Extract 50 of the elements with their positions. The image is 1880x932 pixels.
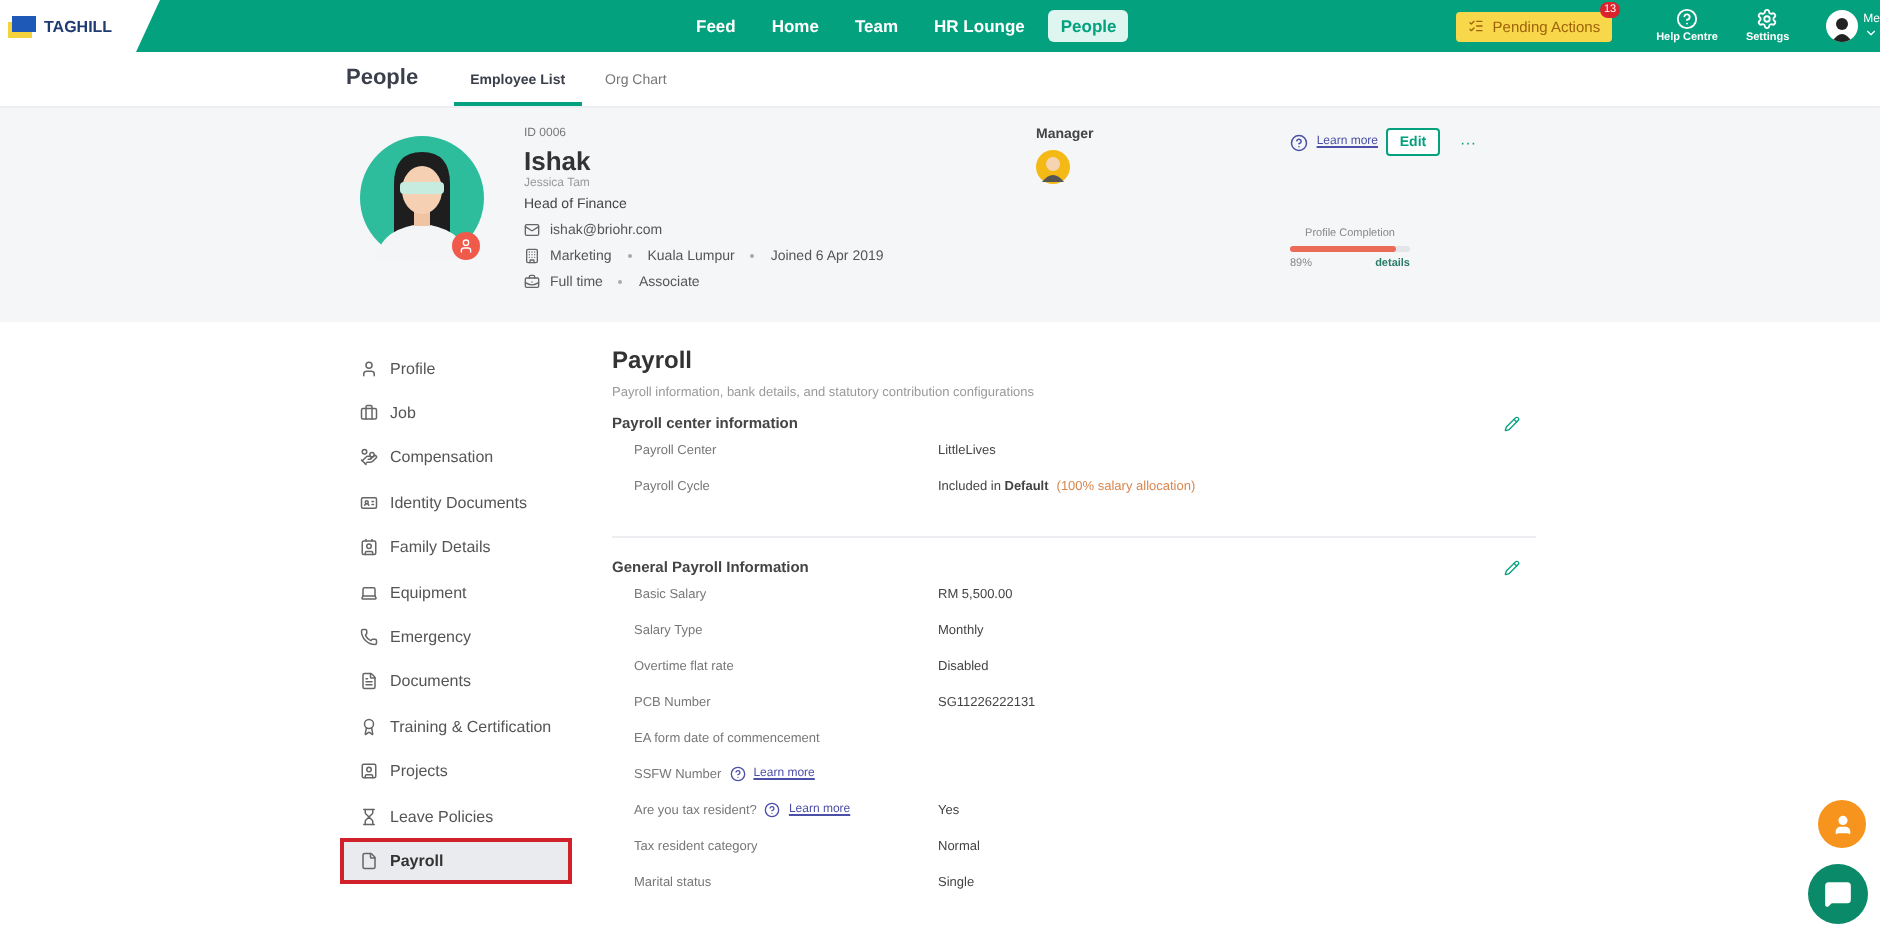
briefcase-icon	[360, 404, 378, 423]
hourglass-icon	[360, 807, 378, 826]
chat-icon	[1824, 880, 1852, 908]
help-icon	[1676, 8, 1699, 30]
sidebar-item[interactable]: Documents	[340, 659, 572, 705]
person-square-icon	[360, 762, 378, 781]
avatar-drawing	[360, 136, 484, 260]
section-heading: Payroll	[612, 346, 695, 374]
caret-icon	[1864, 25, 1879, 39]
contact-card-icon	[360, 538, 378, 557]
award-icon	[360, 717, 378, 736]
sidebar-item[interactable]: Compensation	[340, 435, 572, 481]
person-icon	[1831, 813, 1853, 835]
laptop-icon	[360, 583, 378, 602]
manager-avatar-drawing[interactable]	[1036, 150, 1070, 184]
help-icon	[1290, 133, 1309, 151]
person-icon	[360, 359, 378, 378]
edit-pencil-button[interactable]	[1504, 559, 1520, 575]
settings-icon	[1756, 8, 1779, 30]
page-title: People	[346, 66, 419, 94]
user-badge-icon	[458, 238, 474, 254]
edit-pencil-button[interactable]	[1504, 415, 1520, 431]
logo-icon	[8, 15, 36, 37]
sidebar-item[interactable]: Emergency	[340, 614, 572, 660]
sidebar-item[interactable]: Payroll	[340, 838, 572, 884]
sidebar-item[interactable]: Job	[340, 390, 572, 436]
sidebar-item[interactable]: Identity Documents	[340, 480, 572, 526]
file-icon	[360, 851, 378, 870]
sidebar-item[interactable]: Projects	[340, 749, 572, 794]
sidebar-item[interactable]: Profile	[340, 346, 572, 391]
pencil-icon	[1504, 559, 1520, 575]
help-icon	[729, 766, 746, 782]
briefcase-icon	[524, 274, 540, 290]
sidebar-item[interactable]: Family Details	[340, 525, 572, 570]
user-avatar-drawing[interactable]	[1825, 10, 1858, 42]
building-icon	[524, 248, 540, 264]
list-icon	[1468, 18, 1485, 34]
help-icon	[764, 802, 781, 818]
mail-icon	[524, 222, 540, 238]
document-icon	[360, 672, 378, 691]
id-card-icon	[360, 493, 378, 512]
sidebar-item[interactable]: Equipment	[340, 569, 572, 615]
sidebar-item[interactable]: Training & Certification	[340, 704, 572, 750]
sidebar-item[interactable]: Leave Policies	[340, 793, 572, 839]
contact-button[interactable]	[1818, 800, 1866, 848]
pencil-icon	[1504, 415, 1520, 431]
chat-button[interactable]	[1808, 864, 1868, 924]
phone-icon	[360, 628, 378, 647]
brand-name: TAGHILL	[44, 17, 113, 35]
employee-name: Ishak	[524, 146, 593, 176]
